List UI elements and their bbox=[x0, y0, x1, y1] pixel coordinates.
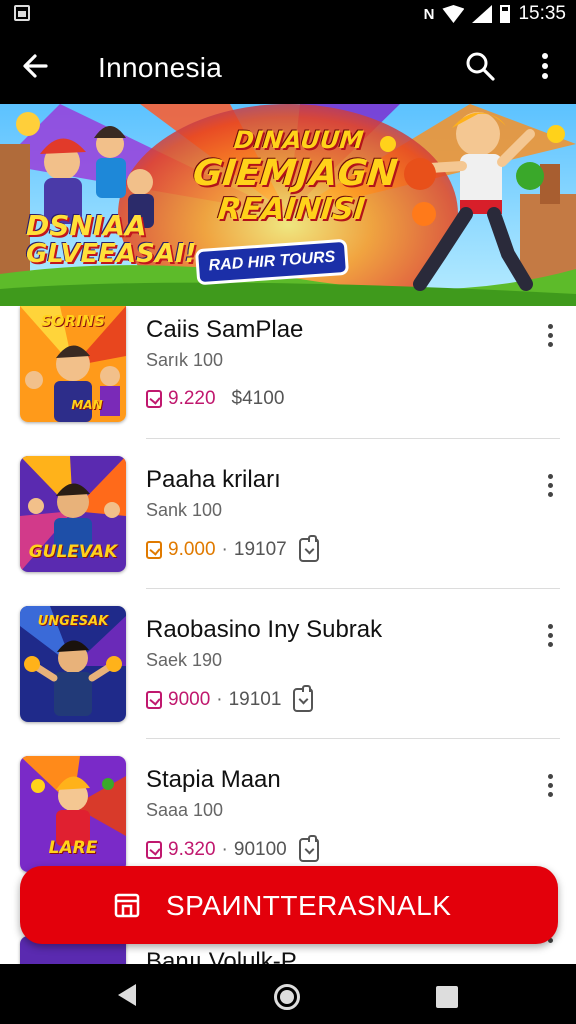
nav-back-icon[interactable] bbox=[118, 984, 136, 1006]
wifi-icon bbox=[442, 5, 465, 23]
divider bbox=[146, 738, 560, 739]
back-button[interactable] bbox=[18, 48, 54, 84]
list-item[interactable]: UNGESAK Raobasino Iny Subrak Saek 190 90… bbox=[0, 606, 576, 756]
thumbnail-subtitle: LARE bbox=[48, 838, 98, 858]
item-more-button[interactable] bbox=[540, 322, 560, 350]
app-subtitle: Sank 100 bbox=[146, 500, 223, 520]
list-item[interactable]: SORINS MAN Caiis SamPlae Sarık 100 9.220… bbox=[0, 306, 576, 456]
divider bbox=[146, 438, 560, 439]
app-meta: 9000 · 19101 bbox=[146, 685, 314, 712]
store-icon bbox=[114, 893, 140, 918]
install-icon bbox=[293, 685, 314, 712]
app-thumbnail: GULEVAK bbox=[20, 456, 126, 572]
search-button[interactable] bbox=[462, 48, 498, 84]
back-arrow-icon bbox=[23, 54, 48, 78]
install-icon bbox=[298, 835, 319, 862]
separator: · bbox=[216, 689, 223, 710]
gallery-notification-icon bbox=[14, 5, 30, 21]
banner-logo: DSNIAA GLVEEASAI! bbox=[26, 209, 197, 269]
price-tag-icon bbox=[146, 691, 162, 709]
app-subtitle: Sarık 100 bbox=[146, 350, 224, 370]
app-subtitle: Saek 190 bbox=[146, 650, 223, 670]
banner-logo-line2: GLVEEASAI! bbox=[26, 239, 197, 269]
price-tag-icon bbox=[146, 541, 162, 559]
thumbnail-title: UNGESAK bbox=[37, 614, 109, 629]
app-name: Paaha kriları bbox=[146, 466, 281, 493]
install-icon bbox=[298, 535, 319, 562]
battery-icon bbox=[500, 5, 511, 23]
system-nav-bar bbox=[0, 964, 576, 1024]
nav-recents-icon[interactable] bbox=[436, 986, 458, 1008]
page-title: Innonesia bbox=[98, 52, 223, 83]
divider bbox=[146, 588, 560, 589]
app-name: Raobasino Iny Subrak bbox=[146, 616, 383, 643]
app-count: 19101 bbox=[228, 689, 282, 710]
cta-label: SPAИNTTERASNALK bbox=[166, 890, 452, 921]
status-icons: N 15:35 bbox=[424, 3, 566, 25]
app-price: 9.000 bbox=[168, 539, 216, 560]
status-bar: N 15:35 bbox=[0, 0, 576, 30]
banner-title-line3: REAINISI bbox=[216, 192, 367, 227]
thumbnail-subtitle: MAN bbox=[71, 398, 103, 412]
app-meta: 9.000 · 19107 bbox=[146, 535, 319, 562]
signal-icon bbox=[472, 5, 493, 23]
banner-title-line1: DINAUUM bbox=[232, 126, 365, 154]
app-meta: 9.320 · 90100 bbox=[146, 835, 319, 862]
app-count: $4100 bbox=[231, 388, 285, 409]
app-price: 9000 bbox=[168, 689, 211, 710]
list-item[interactable]: GULEVAK Paaha kriları Sank 100 9.000 · 1… bbox=[0, 456, 576, 606]
banner-title-line2: GIEMJAGN bbox=[190, 153, 400, 194]
price-tag-icon bbox=[146, 390, 162, 408]
search-icon bbox=[466, 52, 495, 81]
separator: · bbox=[221, 539, 228, 560]
nav-home-icon[interactable] bbox=[274, 984, 300, 1010]
item-more-button[interactable] bbox=[540, 472, 560, 500]
separator: · bbox=[221, 839, 228, 860]
app-thumbnail: LARE bbox=[20, 756, 126, 872]
app-thumbnail: UNGESAK bbox=[20, 606, 126, 722]
item-more-button[interactable] bbox=[540, 772, 560, 800]
app-thumbnail: SORINS MAN bbox=[20, 306, 126, 422]
install-cta-button[interactable]: SPAИNTTERASNALK bbox=[20, 866, 558, 944]
app-count: 19107 bbox=[233, 539, 287, 560]
banner-headline: DINAUUM GIEMJAGN REAINISI bbox=[175, 126, 416, 227]
app-price: 9.220 bbox=[168, 388, 216, 409]
app-count: 90100 bbox=[233, 839, 287, 860]
thumbnail-title: SORINS bbox=[40, 312, 106, 330]
status-time: 15:35 bbox=[518, 3, 566, 24]
banner-logo-line1: DSNIAA bbox=[26, 209, 147, 242]
nfc-icon: N bbox=[423, 5, 435, 23]
app-name: Stapia Maan bbox=[146, 766, 281, 793]
more-vert-icon bbox=[542, 53, 548, 79]
app-subtitle: Saaa 100 bbox=[146, 800, 224, 820]
app-bar: Innonesia bbox=[0, 30, 576, 104]
thumbnail-subtitle: GULEVAK bbox=[28, 542, 118, 562]
more-options-button[interactable] bbox=[530, 48, 560, 84]
price-tag-icon bbox=[146, 841, 162, 859]
item-more-button[interactable] bbox=[540, 622, 560, 650]
app-name: Caiis SamPlae bbox=[146, 316, 304, 343]
app-price: 9.320 bbox=[168, 839, 216, 860]
app-meta: 9.220 $4100 bbox=[146, 388, 284, 410]
promo-banner[interactable]: DINAUUM GIEMJAGN REAINISI RAD HIR TOURS … bbox=[0, 104, 576, 306]
